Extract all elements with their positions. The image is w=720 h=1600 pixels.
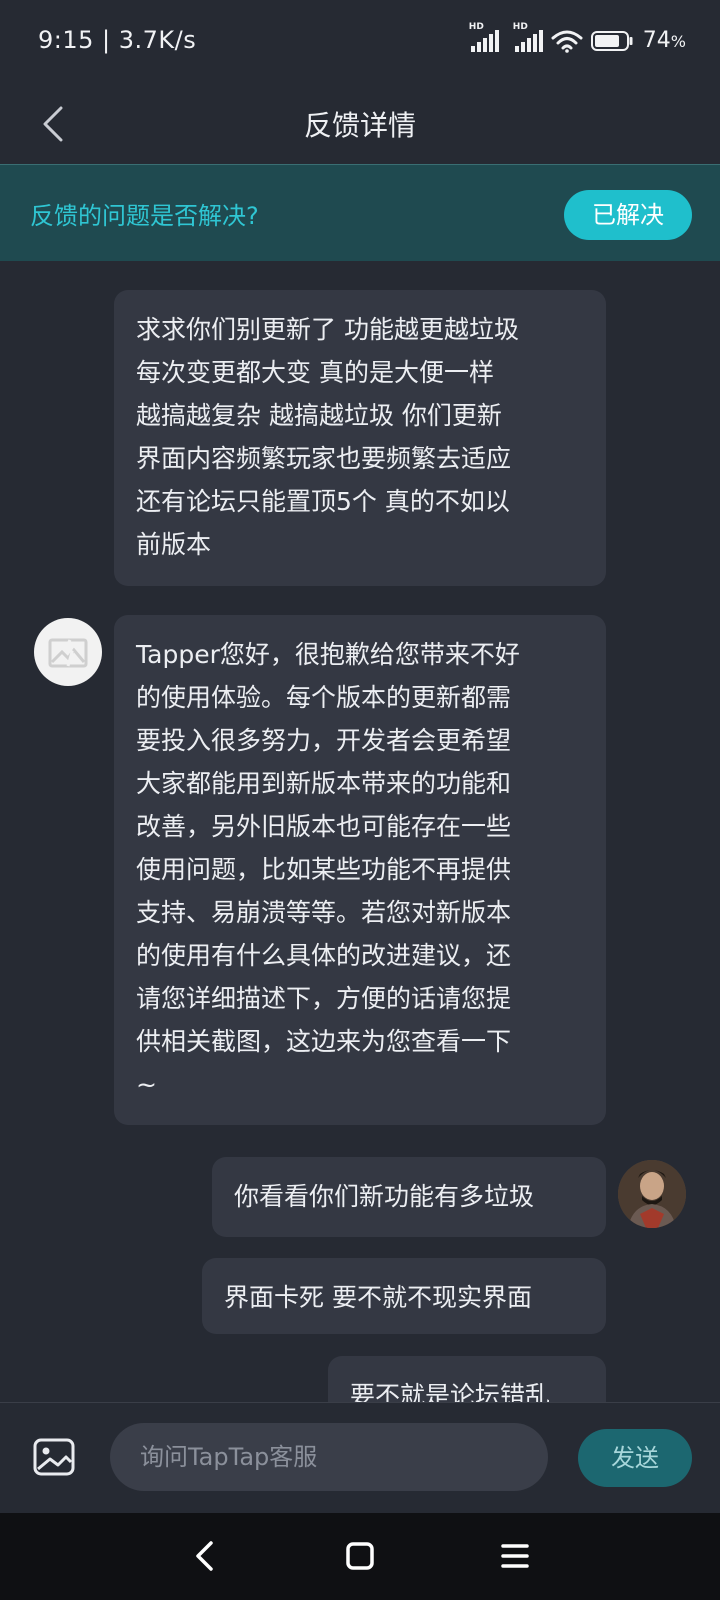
resolve-question: 反馈的问题是否解决? (30, 202, 259, 230)
home-icon (346, 1542, 374, 1570)
resolved-button[interactable]: 已解决 (564, 190, 692, 240)
battery-level: 74% (642, 28, 686, 53)
message-bubble-user: 要不就是论坛错乱 (328, 1356, 606, 1402)
image-icon[interactable] (30, 1433, 78, 1481)
nav-home-button[interactable] (335, 1533, 385, 1579)
battery-icon (590, 30, 633, 51)
signal-icon: HD (469, 22, 499, 52)
send-button[interactable]: 发送 (578, 1429, 692, 1487)
chat-list[interactable]: 求求你们别更新了 功能越更越垃圾 每次变更都大变 真的是大便一样 越搞越复杂 越… (0, 262, 720, 1402)
system-nav-bar (0, 1513, 720, 1600)
message-bubble-user: 界面卡死 要不就不现实界面 (202, 1258, 606, 1334)
top-bar: 反馈详情 (0, 84, 720, 165)
composer-bar: 发送 (0, 1402, 720, 1513)
status-icons: HD HD 74% (469, 22, 686, 54)
broken-image-icon (48, 638, 88, 668)
hd-label: HD (512, 21, 528, 32)
resolve-banner: 反馈的问题是否解决? 已解决 (0, 165, 720, 261)
message-bubble-support: Tapper您好，很抱歉给您带来不好 的使用体验。每个版本的更新都需 要投入很多… (114, 615, 606, 1125)
nav-menu-button[interactable] (490, 1533, 540, 1579)
nav-back-button[interactable] (180, 1533, 230, 1579)
support-avatar[interactable] (34, 618, 102, 686)
page-title: 反馈详情 (303, 109, 416, 142)
wifi-icon (551, 30, 583, 53)
user-avatar[interactable] (618, 1160, 686, 1228)
status-bar: 9:15 | 3.7K/s HD HD 74% (0, 0, 720, 84)
menu-icon (501, 1544, 529, 1568)
hd-label: HD (468, 21, 484, 32)
back-icon (196, 1541, 213, 1571)
message-input[interactable] (110, 1423, 548, 1491)
user-avatar-image (618, 1160, 686, 1228)
message-bubble-user: 求求你们别更新了 功能越更越垃圾 每次变更都大变 真的是大便一样 越搞越复杂 越… (114, 290, 606, 586)
signal-icon: HD (513, 22, 543, 52)
message-bubble-user: 你看看你们新功能有多垃圾 (212, 1157, 606, 1237)
status-time: 9:15 | 3.7K/s (38, 26, 197, 54)
